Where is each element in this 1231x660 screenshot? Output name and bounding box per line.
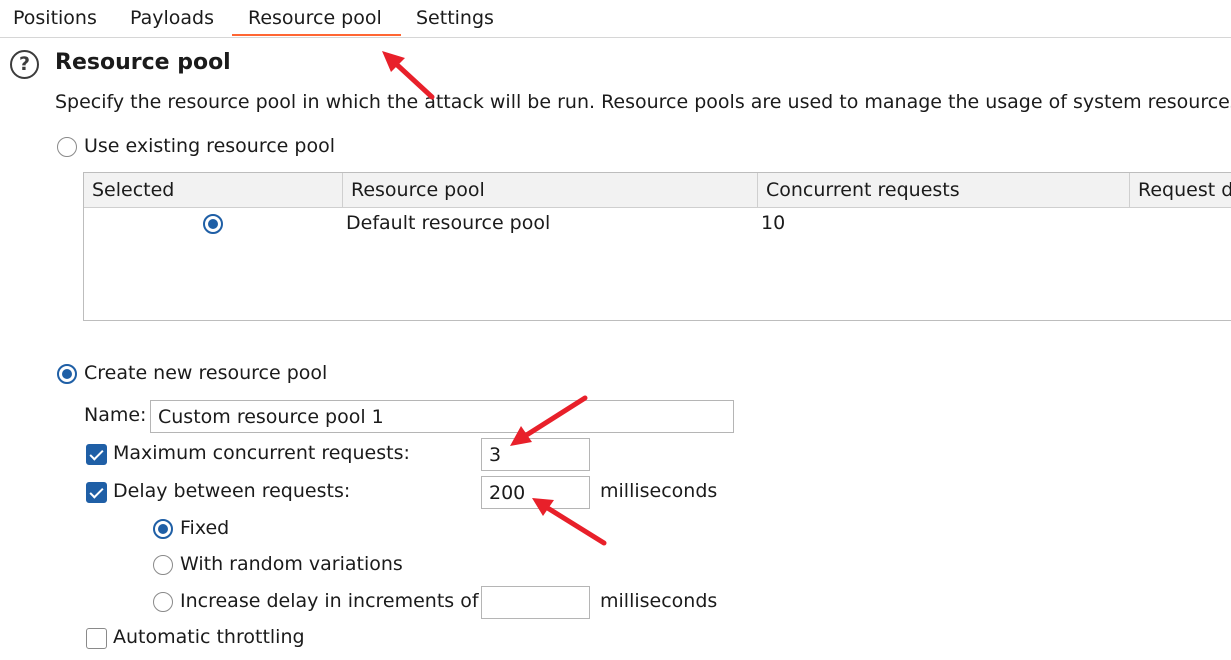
column-header-resource-pool[interactable]: Resource pool [343,173,758,207]
tab-payloads[interactable]: Payloads [130,6,214,30]
delay-label[interactable]: Delay between requests: [113,480,350,502]
delay-increase-label[interactable]: Increase delay in increments of [180,590,479,612]
delay-checkbox[interactable] [86,482,107,503]
column-header-selected[interactable]: Selected [84,173,343,207]
delay-unit-label: milliseconds [600,480,718,502]
tab-positions[interactable]: Positions [13,6,97,30]
max-concurrent-input[interactable] [481,438,590,471]
max-concurrent-label[interactable]: Maximum concurrent requests: [113,442,410,464]
row-selected-radio[interactable] [203,214,223,234]
column-header-concurrent-requests[interactable]: Concurrent requests [758,173,1130,207]
section-description: Specify the resource pool in which the a… [55,91,1231,113]
create-new-pool-radio[interactable] [57,364,77,384]
auto-throttling-label[interactable]: Automatic throttling [113,626,305,648]
resource-pool-table: Selected Resource pool Concurrent reques… [83,172,1231,321]
delay-random-label[interactable]: With random variations [180,553,403,575]
delay-increment-unit-label: milliseconds [600,590,718,612]
use-existing-pool-radio[interactable] [57,137,77,157]
max-concurrent-checkbox[interactable] [86,444,107,465]
active-tab-indicator [232,34,401,36]
delay-fixed-label[interactable]: Fixed [180,517,229,539]
row-pool-name: Default resource pool [346,212,551,234]
create-new-pool-label[interactable]: Create new resource pool [84,362,327,384]
delay-random-radio[interactable] [153,555,173,575]
auto-throttling-checkbox[interactable] [86,628,107,649]
name-label: Name: [84,404,147,426]
tab-bar: Positions Payloads Resource pool Setting… [0,0,1231,38]
delay-input[interactable] [481,476,590,509]
section-title: Resource pool [55,50,231,75]
column-header-request-delay[interactable]: Request d [1130,173,1231,207]
pool-name-input[interactable] [150,400,734,433]
row-concurrent-requests: 10 [761,212,786,234]
delay-fixed-radio[interactable] [153,519,173,539]
help-icon[interactable]: ? [10,50,39,79]
delay-increment-input[interactable] [481,586,590,619]
delay-increase-radio[interactable] [153,592,173,612]
table-header: Selected Resource pool Concurrent reques… [84,173,1231,208]
use-existing-pool-label[interactable]: Use existing resource pool [84,135,335,157]
tab-resource-pool[interactable]: Resource pool [248,6,382,30]
tab-settings[interactable]: Settings [416,6,494,30]
